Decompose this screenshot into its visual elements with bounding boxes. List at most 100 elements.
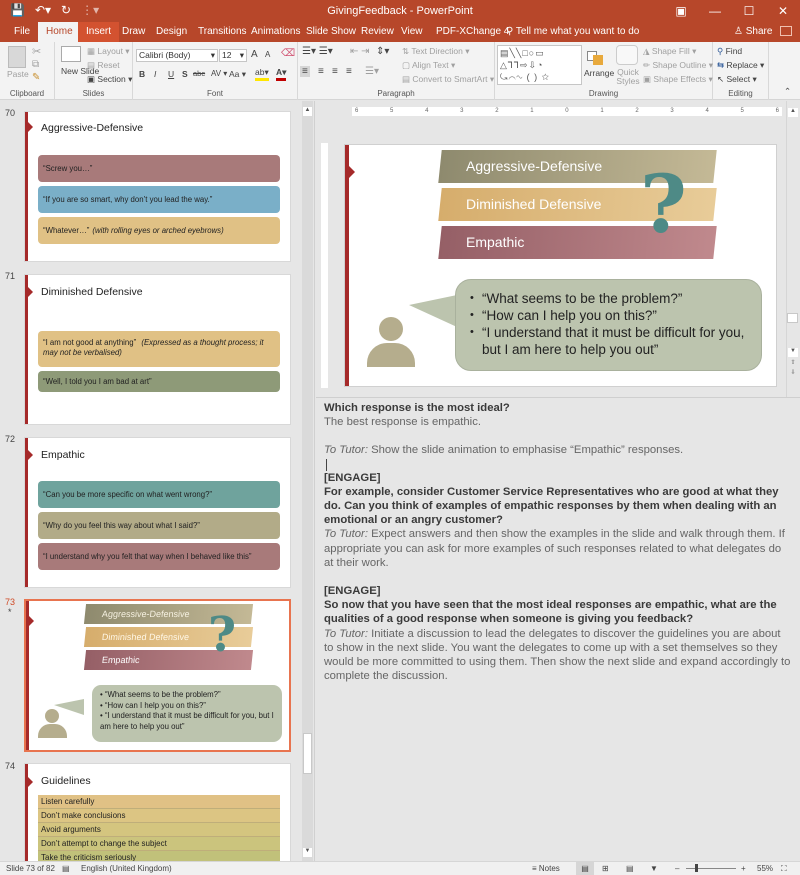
layout-button[interactable]: ▦ Layout ▾ (87, 46, 130, 57)
grow-font-button[interactable]: A (251, 49, 258, 60)
convert-smartart-button[interactable]: ▤ Convert to SmartArt ▾ (402, 74, 494, 85)
shape-effects-button[interactable]: ▣ Shape Effects ▾ (643, 74, 713, 85)
slide-thumbnail-70[interactable]: Aggressive-Defensive “Screw you…” “If yo… (24, 111, 291, 262)
slideshow-icon[interactable]: ▼ (650, 864, 658, 873)
format-painter-icon[interactable]: ✎ (32, 72, 40, 83)
text-direction-button[interactable]: ⇅ Text Direction ▾ (402, 46, 469, 57)
accent-triangle (28, 777, 33, 787)
columns-icon[interactable]: ☰▾ (365, 66, 379, 77)
bullets-icon[interactable]: ☰▾ ☰▾ (302, 46, 333, 57)
strikethrough-button[interactable]: abc (193, 69, 205, 78)
change-case-button[interactable]: Aa ▾ (229, 69, 246, 80)
tab-home[interactable]: Home (38, 22, 81, 42)
underline-button[interactable]: U (168, 69, 174, 79)
notes-toggle[interactable]: ≡ Notes (532, 864, 560, 873)
find-button[interactable]: ⚲ Find (717, 46, 742, 57)
scroll-up-icon[interactable]: ▲ (788, 108, 798, 117)
shrink-font-button[interactable]: A (265, 50, 270, 59)
reading-view-icon[interactable]: ▤ (626, 864, 634, 873)
language-indicator[interactable]: English (United Kingdom) (81, 864, 172, 873)
font-size-combo[interactable]: 12 ▾ (219, 49, 247, 62)
ribbon-display-icon[interactable]: ▣ (664, 0, 698, 22)
maximize-icon[interactable]: ☐ (732, 0, 766, 22)
slide-sorter-icon[interactable]: ⊞ (602, 864, 609, 873)
slide-canvas[interactable]: Aggressive-Defensive Diminished Defensiv… (344, 144, 777, 387)
paste-icon[interactable] (8, 46, 26, 68)
paste-button[interactable]: Paste (7, 69, 29, 79)
bold-button[interactable]: B (139, 69, 145, 79)
slide-number: 72 (5, 434, 16, 444)
select-button[interactable]: ↖ Select ▾ (717, 74, 757, 85)
slide-thumbnail-71[interactable]: Diminished Defensive “I am not good at a… (24, 274, 291, 425)
minimize-icon[interactable]: — (698, 0, 732, 22)
align-right-icon[interactable]: ≡ (332, 66, 338, 77)
paragraph-label: Paragraph (377, 89, 415, 98)
tell-me-box[interactable]: ⚲ Tell me what you want to do (506, 22, 639, 42)
scrollbar-thumb[interactable] (787, 313, 798, 323)
thumbnail-scrollbar[interactable]: ▲ ▼ (302, 101, 313, 861)
replace-button[interactable]: ⇆ Replace ▾ (717, 60, 764, 71)
previous-slide-icon[interactable]: ⇧ (788, 359, 798, 368)
font-color-icon[interactable]: A▾ (276, 67, 287, 81)
zoom-in-icon[interactable]: + (741, 864, 746, 873)
shadow-button[interactable]: S (182, 69, 188, 79)
indent-icons[interactable]: ⇤ ⇥ (350, 46, 370, 57)
ruler-tick: 2 (495, 108, 499, 114)
bubble-line: “How can I help you on this?” (470, 307, 747, 324)
scroll-down-icon[interactable]: ▼ (788, 348, 798, 357)
normal-view-icon[interactable]: ▤ (576, 862, 594, 875)
spell-check-icon[interactable]: ▤ (62, 864, 70, 873)
fit-to-window-icon[interactable]: ⛶ (781, 864, 787, 874)
zoom-level[interactable]: 55% (757, 864, 773, 873)
cut-icon[interactable]: ✂ (32, 45, 41, 58)
copy-icon[interactable]: ⧉ (32, 59, 39, 70)
new-slide-icon[interactable] (61, 46, 81, 62)
comments-icon[interactable] (780, 26, 792, 36)
slide-thumbnail-72[interactable]: Empathic “Can you be more specific on wh… (24, 437, 291, 588)
tell-me-text: Tell me what you want to do (515, 26, 640, 37)
quick-styles-icon[interactable] (616, 45, 638, 65)
section-button[interactable]: ▣ Section ▾ (87, 74, 132, 85)
tab-design[interactable]: Design (148, 22, 195, 42)
next-slide-icon[interactable]: ⇩ (788, 369, 798, 378)
shape-outline-button[interactable]: ✏ Shape Outline ▾ (643, 60, 713, 71)
zoom-slider-handle[interactable] (695, 864, 698, 872)
scroll-down-icon[interactable]: ▼ (303, 848, 312, 857)
person-icon: ♙ (734, 26, 746, 37)
scroll-up-icon[interactable]: ▲ (303, 107, 312, 116)
tab-file[interactable]: File (6, 22, 38, 42)
align-center-icon[interactable]: ≡ (318, 66, 324, 77)
line-spacing-icon[interactable]: ⇕▾ (376, 46, 389, 57)
justify-icon[interactable]: ≡ (346, 66, 352, 77)
slide-thumbnail-74[interactable]: Guidelines Listen carefully Don’t make c… (24, 763, 291, 861)
zoom-slider[interactable] (686, 868, 736, 869)
share-button[interactable]: ♙ Share (734, 22, 772, 42)
font-name-combo[interactable]: Calibri (Body) ▾ (136, 49, 218, 62)
tab-view[interactable]: View (393, 22, 431, 42)
italic-button[interactable]: I (154, 69, 156, 79)
character-spacing-button[interactable]: AV ▾ (211, 69, 227, 78)
clear-formatting-icon[interactable]: ⌫ (281, 48, 295, 59)
quick-styles-button[interactable]: Quick Styles (615, 68, 641, 86)
shapes-gallery[interactable]: ▤╲╲□○▭ △⅂⅂⇨⇩◔ ⤿⌒∿ ( ) ☆ (497, 45, 582, 85)
highlight-color-icon[interactable]: ab▾ (255, 67, 269, 81)
paragraph-group: ☰▾ ☰▾ ⇤ ⇥ ⇕▾ ≡ ≡ ≡ ≡ ☰▾ ⇅ Text Direction… (298, 42, 495, 100)
zoom-out-icon[interactable]: – (675, 864, 679, 873)
notes-pane[interactable]: Which response is the most ideal? The be… (316, 397, 800, 861)
arrange-icon[interactable] (584, 45, 606, 67)
accent-triangle (348, 165, 355, 179)
align-left-icon[interactable]: ≡ (300, 66, 310, 77)
arrange-button[interactable]: Arrange (584, 68, 614, 78)
scrollbar-thumb[interactable] (303, 733, 312, 774)
tab-insert[interactable]: Insert (78, 22, 120, 42)
align-text-button[interactable]: ▢ Align Text ▾ (402, 60, 455, 71)
close-icon[interactable]: ✕ (766, 0, 800, 22)
collapse-ribbon-icon[interactable]: ⌃ (784, 86, 791, 97)
slide-thumbnail-73[interactable]: Aggressive-Defensive Diminished Defensiv… (24, 599, 291, 752)
notes-answer: The best response is empathic. (324, 416, 481, 429)
speech-bubble[interactable]: “What seems to be the problem?” “How can… (455, 279, 762, 371)
reset-button[interactable]: ▤ Reset (87, 60, 120, 71)
editor-scrollbar[interactable]: ▲ ▼ ⇧ ⇩ (786, 101, 798, 397)
tab-pdf-xchange[interactable]: PDF-XChange 4 (428, 22, 517, 42)
shape-fill-button[interactable]: ◮ Shape Fill ▾ (643, 46, 696, 57)
